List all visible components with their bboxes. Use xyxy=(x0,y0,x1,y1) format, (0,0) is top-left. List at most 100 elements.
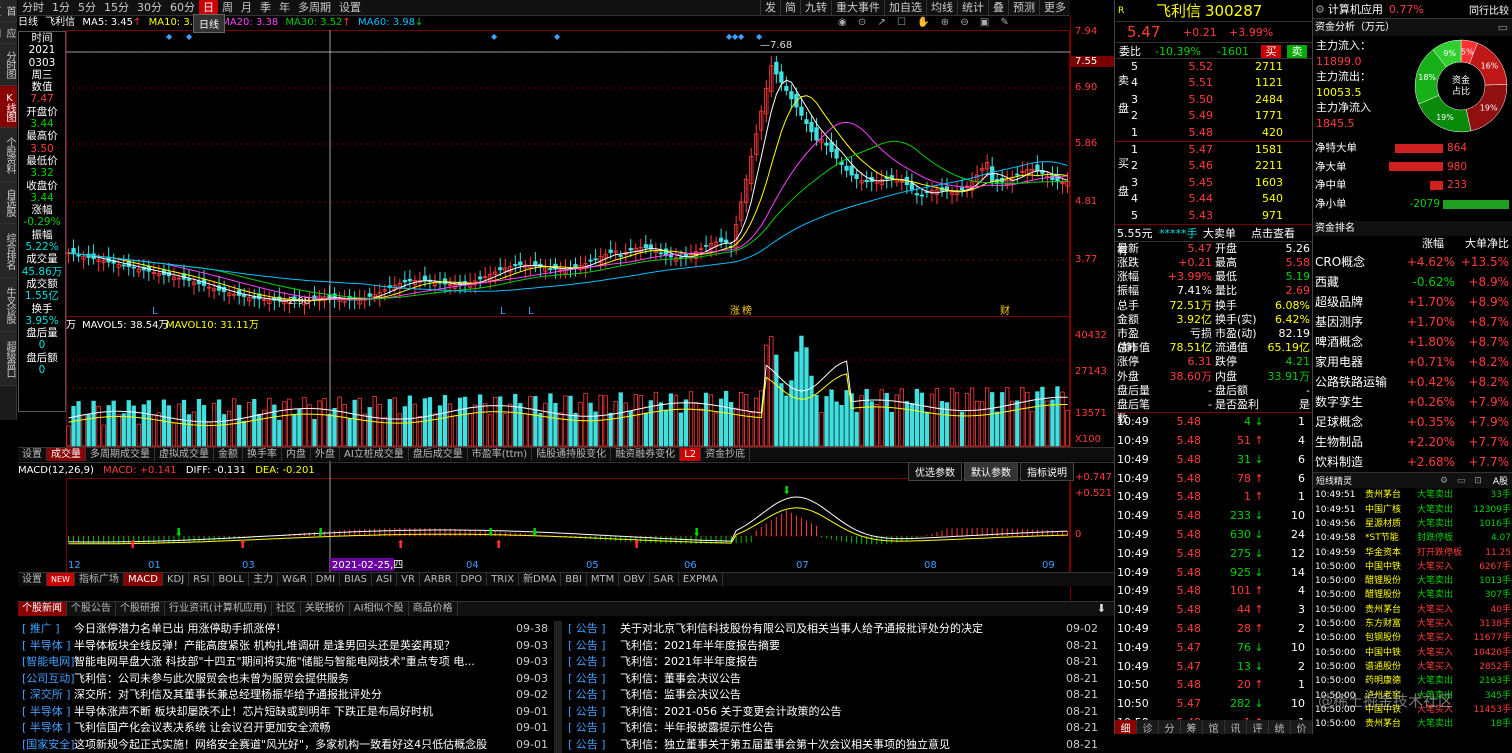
toolbar-btn-9[interactable]: 更多 xyxy=(1039,0,1070,15)
ind-tab-9[interactable]: DMI xyxy=(312,573,340,586)
rank-name[interactable]: 公路铁路运输 xyxy=(1313,372,1403,392)
ind-tab-16[interactable]: 新DMA xyxy=(519,573,561,586)
ind-tab-8[interactable]: W&R xyxy=(278,573,312,586)
rank-name[interactable]: 足球概念 xyxy=(1313,412,1403,432)
sprite-stock[interactable]: 中国广核 xyxy=(1365,503,1417,517)
news-tab-2[interactable]: 个股研报 xyxy=(116,602,165,616)
ind-tab-6[interactable]: BOLL xyxy=(214,573,249,586)
bid-level[interactable]: 45.44540 xyxy=(1115,191,1312,207)
vol-tab-4[interactable]: 金额 xyxy=(214,448,243,461)
sprite-stock[interactable]: 包钢股份 xyxy=(1365,631,1417,645)
toolbar-btn-5[interactable]: 均线 xyxy=(926,0,957,15)
quote-tab-3[interactable]: 筹 xyxy=(1181,720,1203,734)
bid-level[interactable]: 25.462211 xyxy=(1115,158,1312,174)
ind-tab-2[interactable]: 指标广场 xyxy=(75,573,124,586)
ind-tab-5[interactable]: RSI xyxy=(189,573,214,586)
rank-name[interactable]: 啤酒概念 xyxy=(1313,332,1403,352)
chart-marker-2[interactable]: L xyxy=(528,306,534,317)
toolbar-btn-8[interactable]: 预测 xyxy=(1008,0,1039,15)
sprite-row[interactable]: 10:50:00谱通股份大笔买入2852手 xyxy=(1313,660,1512,674)
notice-title[interactable]: 飞利信：监事会决议公告 xyxy=(620,687,1058,704)
sprite-stock[interactable]: 贵州茅台 xyxy=(1365,717,1417,731)
left-tab-5[interactable]: 自选股 xyxy=(0,182,17,224)
news-title[interactable]: 智能电网旱盘大涨 科技部"十四五"期间将实施"储能与智能电网技术"重点专项 电.… xyxy=(74,654,508,671)
sprite-tool-icons[interactable]: ⚙ ▭ ⊡ xyxy=(1440,476,1485,486)
sprite-row[interactable]: 10:50:00贵州茅台大笔买入40手 xyxy=(1313,603,1512,617)
toolbar-btn-7[interactable]: 叠 xyxy=(988,0,1008,15)
news-tab-0[interactable]: 个股新闻 xyxy=(18,602,67,616)
quote-tab-8[interactable]: 价 xyxy=(1291,720,1313,734)
sprite-row[interactable]: 10:50:00东方财富大笔买入3138手 xyxy=(1313,617,1512,631)
ind-tab-20[interactable]: SAR xyxy=(650,573,679,586)
period-1[interactable]: 1分 xyxy=(48,0,74,15)
vol-tab-5[interactable]: 换手率 xyxy=(243,448,282,461)
vol-tab-10[interactable]: 市盈率(ttm) xyxy=(468,448,532,461)
sprite-row[interactable]: 10:49:58*ST节能封跌停板4.07 xyxy=(1313,531,1512,545)
quote-tab-0[interactable]: 细 xyxy=(1115,720,1137,734)
left-tab-2[interactable]: 分时图 xyxy=(0,44,17,86)
sprite-stock[interactable]: 东方财富 xyxy=(1365,617,1417,631)
news-item[interactable]: [ 深交所 ]深交所：对飞利信及其董事长兼总经理杨振华给予通报批评处分09-02 xyxy=(22,687,548,704)
left-tab-1[interactable]: 应用 xyxy=(0,22,17,44)
rank-row[interactable]: 饮料制造+2.68%+7.7% xyxy=(1313,452,1512,472)
news-tab-3[interactable]: 行业资讯(计算机应用) xyxy=(165,602,272,616)
sprite-row[interactable]: 10:50:00中国中铁大笔买入6267手 xyxy=(1313,560,1512,574)
toolbar-btn-1[interactable]: 简 xyxy=(780,0,800,15)
chart-marker-3[interactable]: 涨 xyxy=(730,305,740,317)
notice-title[interactable]: 飞利信：半年报披露提示性公告 xyxy=(620,720,1058,737)
macd-btn-1[interactable]: 默认参数 xyxy=(964,462,1018,481)
ind-tab-13[interactable]: ARBR xyxy=(420,573,457,586)
notice-item[interactable]: [ 公告 ]飞利信：半年报披露提示性公告08-21 xyxy=(568,720,1098,737)
news-tab-7[interactable]: 商品价格 xyxy=(409,602,458,616)
news-tab-5[interactable]: 关联报价 xyxy=(301,602,350,616)
sprite-stock[interactable]: 中国中铁 xyxy=(1365,646,1417,660)
period-10[interactable]: 年 xyxy=(275,0,294,15)
period-11[interactable]: 多周期 xyxy=(294,0,335,15)
notice-title[interactable]: 飞利信：2021年半年度报告摘要 xyxy=(620,638,1058,655)
sprite-row[interactable]: 10:49:59华金资本打开跌停板11.25 xyxy=(1313,546,1512,560)
kline-chart[interactable]: —7.68—2.98◆◆◆◆◆◆◆◆LLL涨榜财万MAVOL5: 38.54万M… xyxy=(66,16,1070,601)
sprite-row[interactable]: 10:49:51中国广核大笔卖出12309手 xyxy=(1313,503,1512,517)
chart-marker-0[interactable]: L xyxy=(152,306,158,317)
sprite-market-select[interactable]: A股 xyxy=(1493,474,1508,487)
quote-tab-5[interactable]: 讯 xyxy=(1225,720,1247,734)
rank-row[interactable]: 啤酒概念+1.80%+8.7% xyxy=(1313,332,1512,352)
vol-tab-8[interactable]: AI立桩成交量 xyxy=(340,448,409,461)
news-scrollbar[interactable] xyxy=(554,621,562,753)
rank-name[interactable]: 生物制品 xyxy=(1313,432,1403,452)
left-tab-3[interactable]: K线图 xyxy=(0,86,17,128)
notice-title[interactable]: 飞利信：独立董事关于第五届董事会第十次会议相关事项的独立意见 xyxy=(620,737,1058,753)
quote-tab-7[interactable]: 统 xyxy=(1269,720,1291,734)
period-7[interactable]: 周 xyxy=(218,0,237,15)
sprite-stock[interactable]: 中国中铁 xyxy=(1365,560,1417,574)
period-6[interactable]: 日 xyxy=(199,0,218,15)
rank-row[interactable]: 数字孪生+0.26%+7.9% xyxy=(1313,392,1512,412)
period-5[interactable]: 60分 xyxy=(166,0,199,15)
vol-tab-7[interactable]: 外盘 xyxy=(311,448,340,461)
quote-tab-1[interactable]: 诊 xyxy=(1137,720,1159,734)
toolbar-btn-4[interactable]: 加自选 xyxy=(884,0,926,15)
news-item[interactable]: [ 半导体 ]半导体涨声不断 板块却屡跌不止！芯片短缺或到明年 下跌正是布局好时… xyxy=(22,704,548,721)
rank-col-pct[interactable]: 涨幅 xyxy=(1413,236,1453,252)
ind-tab-15[interactable]: TRIX xyxy=(487,573,519,586)
sprite-row[interactable]: 10:50:00醋锂股份大笔卖出1013手 xyxy=(1313,574,1512,588)
news-title[interactable]: 半导体涨声不断 板块却屡跌不止！芯片短缺或到明年 下跌正是布局好时机 xyxy=(74,704,508,721)
ind-tab-19[interactable]: OBV xyxy=(619,573,649,586)
ind-tab-0[interactable]: 设置 xyxy=(18,573,47,586)
news-item[interactable]: [公司互动]飞利信：公司未参与此次服贸会也未曾为服贸会提供服务09-03 xyxy=(22,671,548,688)
vol-tab-14[interactable]: 资金抄底 xyxy=(701,448,750,461)
news-item[interactable]: [智能电网]智能电网旱盘大涨 科技部"十四五"期间将实施"储能与智能电网技术"重… xyxy=(22,654,548,671)
sprite-row[interactable]: 10:50:00包钢股份大笔买入11677手 xyxy=(1313,631,1512,645)
news-title[interactable]: 飞利信国产化会议表决系统 让会议召开更加安全流畅 xyxy=(74,720,508,737)
ind-tab-10[interactable]: BIAS xyxy=(340,573,372,586)
vol-tab-2[interactable]: 多周期成交量 xyxy=(86,448,155,461)
notice-item[interactable]: [ 公告 ]飞利信：2021-056 关于变更会计政策的公告08-21 xyxy=(568,704,1098,721)
ask-level[interactable]: 45.511121 xyxy=(1115,75,1312,91)
rank-col-bignet[interactable]: 大单净比 xyxy=(1453,236,1509,252)
ind-tab-4[interactable]: KDJ xyxy=(163,573,189,586)
sprite-stock[interactable]: 华金资本 xyxy=(1365,546,1417,560)
rank-row[interactable]: 西藏-0.62%+8.9% xyxy=(1313,272,1512,292)
notice-item[interactable]: [ 公告 ]飞利信：独立董事关于第五届董事会第十次会议相关事项的独立意见08-2… xyxy=(568,737,1098,753)
sprite-row[interactable]: 10:50:00醋锂股份大笔卖出307手 xyxy=(1313,588,1512,602)
ask-level[interactable]: 55.522711 xyxy=(1115,59,1312,75)
